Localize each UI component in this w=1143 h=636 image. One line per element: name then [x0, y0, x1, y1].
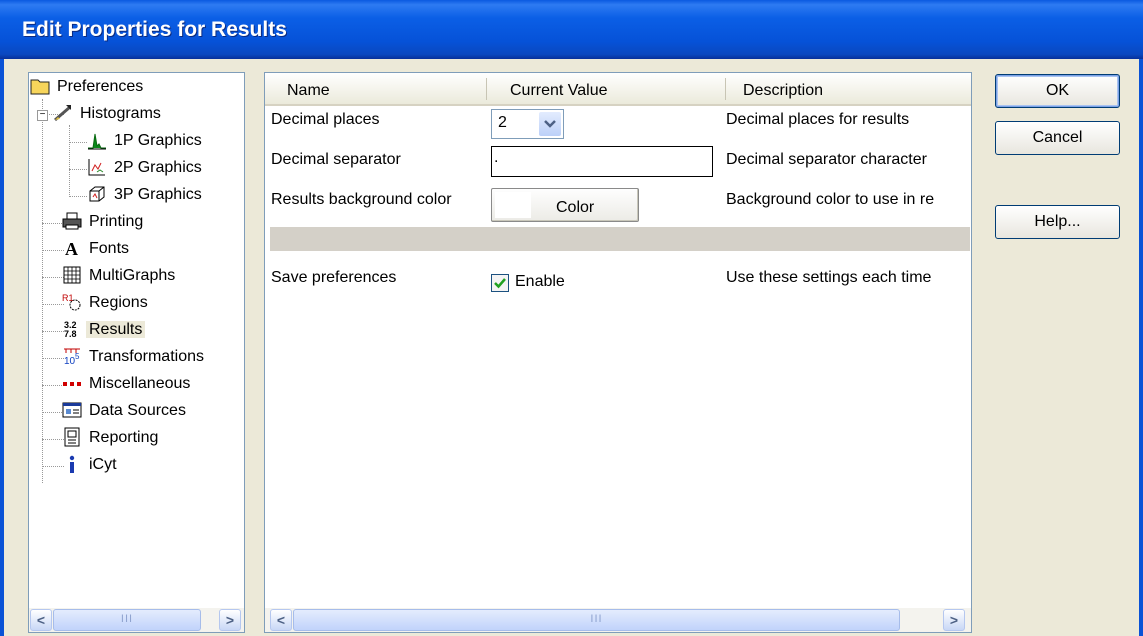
multigraph-icon — [62, 265, 82, 285]
font-icon: A — [62, 238, 82, 259]
tree-item-printing[interactable]: Printing — [62, 209, 146, 235]
folder-icon — [30, 76, 50, 96]
row-description: Decimal separator character — [726, 151, 927, 168]
header-separator[interactable] — [486, 78, 487, 100]
scroll-left-button[interactable]: < — [270, 609, 292, 631]
checkmark-icon — [494, 278, 506, 289]
tree-item-2p-graphics[interactable]: 2P Graphics — [87, 155, 205, 181]
data-sources-icon — [62, 400, 82, 420]
scroll-right-button[interactable]: > — [219, 609, 241, 631]
enable-checkbox[interactable] — [491, 274, 509, 292]
header-description[interactable]: Description — [743, 82, 823, 100]
row-description: Use these settings each time — [726, 269, 932, 286]
color-button-label: Color — [556, 199, 595, 216]
results-icon: 3.2 7.8 — [62, 319, 82, 339]
decimal-separator-value: . — [494, 149, 499, 166]
reporting-icon — [62, 427, 82, 447]
tree-item-regions[interactable]: R1 Regions — [62, 290, 151, 316]
tree-line — [42, 439, 64, 440]
miscellaneous-icon — [62, 373, 82, 393]
window-title: Edit Properties for Results — [22, 18, 287, 41]
tree-line — [69, 142, 87, 143]
tree-item-histograms[interactable]: Histograms — [53, 101, 164, 127]
row-description: Decimal places for results — [726, 111, 910, 128]
tree-item-fonts[interactable]: A Fonts — [62, 236, 132, 262]
2p-graphics-icon — [87, 157, 107, 177]
decimal-places-dropdown[interactable]: 2 — [491, 109, 564, 139]
svg-text:5: 5 — [75, 352, 80, 361]
title-bar: Edit Properties for Results — [0, 0, 1143, 59]
row-name-save-preferences: Save preferences — [271, 269, 397, 286]
preferences-tree[interactable]: − Preferences Histograms 1P Graphics 2P … — [28, 72, 245, 633]
window-frame-left — [0, 59, 4, 636]
properties-grid[interactable]: Name Current Value Description Decimal p… — [264, 72, 972, 633]
cancel-label: Cancel — [1032, 129, 1083, 146]
tree-line — [42, 466, 64, 467]
dropdown-arrow-icon[interactable] — [539, 112, 561, 136]
tree-item-icyt[interactable]: iCyt — [62, 452, 120, 478]
header-current-value[interactable]: Current Value — [510, 82, 608, 100]
3p-graphics-icon — [87, 184, 107, 204]
tree-item-preferences[interactable]: Preferences — [30, 74, 146, 100]
tree-horizontal-scrollbar[interactable]: < III > — [29, 608, 244, 632]
scroll-left-button[interactable]: < — [30, 609, 52, 631]
transformations-icon: 10 5 — [62, 346, 82, 367]
ok-label: OK — [1045, 82, 1070, 99]
tree-item-data-sources[interactable]: Data Sources — [62, 398, 189, 424]
info-icon — [62, 454, 82, 474]
tree-item-reporting[interactable]: Reporting — [62, 425, 161, 451]
scroll-thumb[interactable]: III — [53, 609, 201, 631]
collapse-toggle[interactable]: − — [37, 110, 48, 121]
tree-line — [42, 304, 64, 305]
tree-line — [42, 277, 64, 278]
tree-line — [42, 412, 64, 413]
row-description: Background color to use in re — [726, 191, 935, 208]
tree-line — [42, 358, 64, 359]
help-button[interactable]: Help... — [995, 205, 1120, 239]
tree-line — [69, 125, 70, 197]
tree-line — [69, 169, 87, 170]
color-swatch — [495, 192, 531, 218]
decimal-places-value: 2 — [498, 114, 507, 131]
tree-item-multigraphs[interactable]: MultiGraphs — [62, 263, 178, 289]
row-name-decimal-separator: Decimal separator — [271, 151, 401, 168]
row-separator — [270, 227, 970, 251]
tree-line — [42, 331, 64, 332]
cancel-button[interactable]: Cancel — [995, 121, 1120, 155]
grid-horizontal-scrollbar[interactable]: < III > — [265, 608, 971, 632]
tree-line — [42, 250, 64, 251]
regions-icon: R1 — [62, 292, 82, 312]
tree-line — [69, 196, 87, 197]
grid-header: Name Current Value Description — [265, 73, 971, 106]
scroll-thumb[interactable]: III — [293, 609, 900, 631]
tree-item-results[interactable]: 3.2 7.8 Results — [62, 317, 146, 343]
svg-text:7.8: 7.8 — [64, 329, 77, 339]
svg-text:10: 10 — [64, 356, 76, 366]
header-separator[interactable] — [725, 78, 726, 100]
tree-line — [42, 223, 64, 224]
ok-button[interactable]: OK — [995, 74, 1120, 108]
tree-item-3p-graphics[interactable]: 3P Graphics — [87, 182, 205, 208]
tree-item-1p-graphics[interactable]: 1P Graphics — [87, 128, 205, 154]
tree-line — [42, 99, 43, 483]
row-name-decimal-places: Decimal places — [271, 111, 380, 128]
histogram-icon — [53, 103, 73, 123]
tree-item-miscellaneous[interactable]: Miscellaneous — [62, 371, 193, 397]
scroll-right-button[interactable]: > — [943, 609, 965, 631]
1p-graphics-icon — [87, 130, 107, 150]
row-name-background-color: Results background color — [271, 191, 452, 208]
enable-label[interactable]: Enable — [515, 273, 565, 291]
color-picker-button[interactable]: Color — [491, 188, 639, 222]
header-name[interactable]: Name — [287, 82, 330, 100]
svg-text:A: A — [65, 239, 78, 258]
tree-line — [42, 385, 64, 386]
decimal-separator-input[interactable]: . — [491, 146, 713, 177]
window-frame-right — [1139, 59, 1143, 636]
tree-item-transformations[interactable]: 10 5 Transformations — [62, 344, 207, 370]
help-label: Help... — [1034, 213, 1081, 230]
printer-icon — [62, 211, 82, 231]
